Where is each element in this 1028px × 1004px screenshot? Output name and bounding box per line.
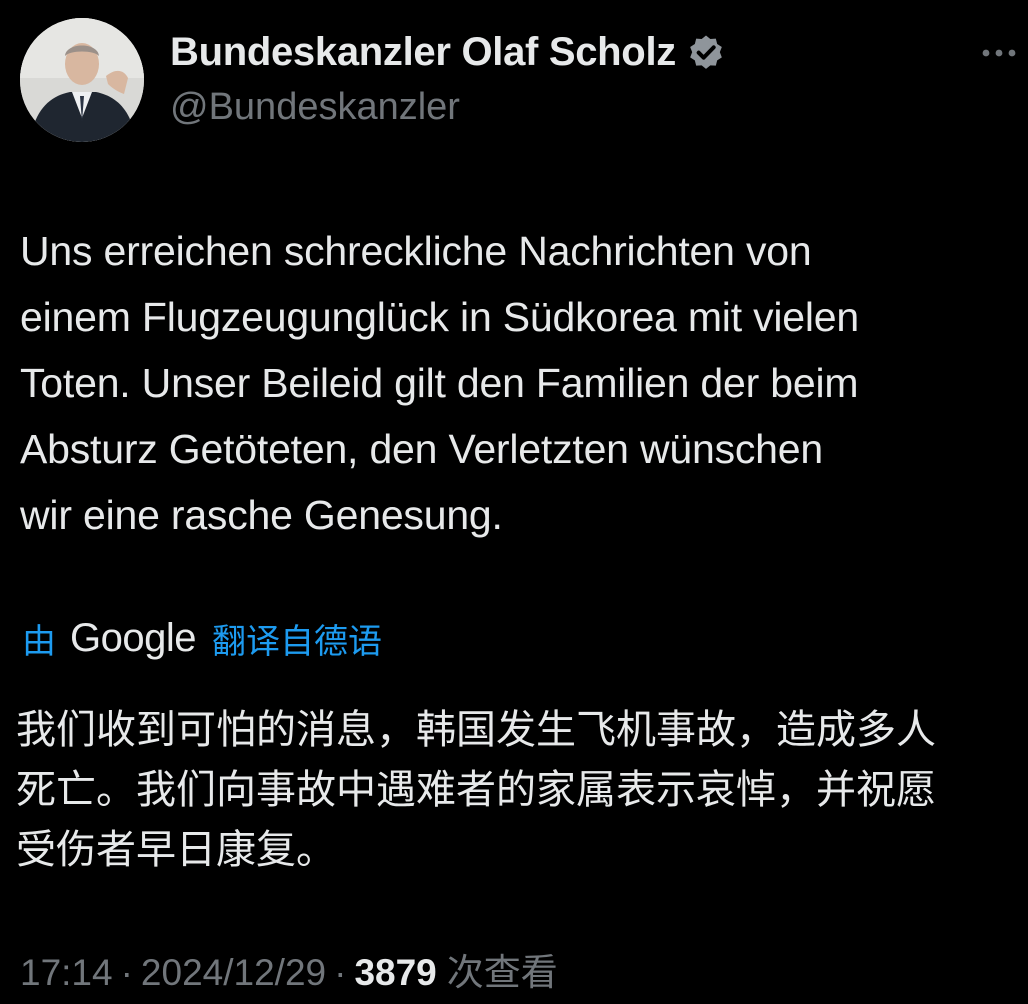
- views-label[interactable]: 次查看: [447, 942, 558, 996]
- verified-badge-icon: [686, 33, 726, 73]
- ellipsis-icon[interactable]: [978, 38, 1020, 68]
- display-name-row[interactable]: Bundeskanzler Olaf Scholz: [170, 30, 726, 75]
- translated-text: 我们收到可怕的消息，韩国发生飞机事故，造成多人 死亡。我们向事故中遇难者的家属表…: [16, 700, 1016, 880]
- translated-by-label: 由: [22, 621, 56, 662]
- translated-from-link[interactable]: 翻译自德语: [212, 614, 382, 663]
- post-time[interactable]: 17:14: [20, 952, 113, 994]
- tweet-text-line: Toten. Unser Beileid gilt den Familien d…: [20, 360, 859, 406]
- tweet-text-line: einem Flugzeugunglück in Südkorea mit vi…: [20, 294, 860, 340]
- tweet-text-line: Absturz Getöteten, den Verletzten wünsch…: [20, 426, 823, 472]
- google-logo: Google: [70, 615, 196, 660]
- post-date[interactable]: 2024/12/29: [141, 952, 326, 994]
- translation-attribution: 由 Google 翻译自德语: [22, 610, 382, 666]
- meta-separator: ·: [334, 952, 347, 993]
- tweet-text: Uns erreichen schreckliche Nachrichten v…: [20, 218, 1020, 548]
- avatar-photo: [20, 18, 144, 142]
- translated-text-line: 我们收到可怕的消息，韩国发生飞机事故，造成多人: [16, 707, 936, 753]
- display-name[interactable]: Bundeskanzler Olaf Scholz: [170, 30, 676, 75]
- tweet-text-line: Uns erreichen schreckliche Nachrichten v…: [20, 228, 812, 274]
- views-count[interactable]: 3879: [354, 952, 436, 994]
- avatar[interactable]: [20, 18, 144, 142]
- author-handle[interactable]: @Bundeskanzler: [170, 86, 460, 129]
- tweet-meta: 17:14 · 2024/12/29 · 3879 次查看: [20, 942, 558, 996]
- tweet-text-line: wir eine rasche Genesung.: [20, 492, 503, 538]
- meta-separator: ·: [120, 952, 133, 993]
- translated-text-line: 受伤者早日康复。: [16, 827, 336, 873]
- translated-text-line: 死亡。我们向事故中遇难者的家属表示哀悼，并祝愿: [16, 767, 936, 813]
